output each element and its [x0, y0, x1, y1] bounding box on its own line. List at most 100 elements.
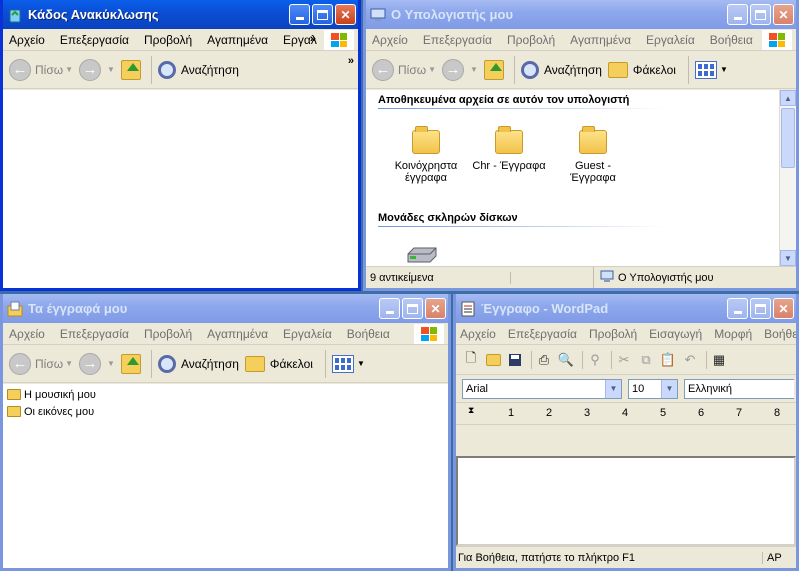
- minimize-button[interactable]: [379, 298, 400, 319]
- search-button[interactable]: Αναζήτηση: [520, 60, 602, 79]
- scroll-up-button[interactable]: ▲: [780, 90, 796, 106]
- folders-button[interactable]: Φάκελοι: [244, 355, 313, 372]
- my-documents-titlebar[interactable]: Τα έγγραφά μου ✕: [3, 294, 448, 323]
- my-computer-titlebar[interactable]: Ο Υπολογιστής μου ✕: [366, 0, 796, 29]
- open-folder-icon[interactable]: [484, 351, 502, 369]
- close-button[interactable]: ✕: [773, 4, 794, 25]
- menu-file[interactable]: Αρχείο: [9, 327, 45, 341]
- copy-icon[interactable]: ⧉: [637, 351, 655, 369]
- folders-button[interactable]: Φάκελοι: [607, 61, 676, 78]
- back-button[interactable]: ← Πίσω ▼: [372, 58, 436, 81]
- minimize-button[interactable]: [289, 4, 310, 25]
- undo-icon[interactable]: ↶: [681, 351, 699, 369]
- menu-help[interactable]: Βοήθεια: [710, 33, 753, 47]
- menu-edit[interactable]: Επεξεργασία: [60, 33, 129, 47]
- standard-toolbar: 🗋 ⎙ 🔍 ⚲ ✂ ⧉ 📋 ↶ ▦: [456, 345, 796, 375]
- maximize-button[interactable]: [312, 4, 333, 25]
- save-icon[interactable]: [506, 351, 524, 369]
- menu-insert[interactable]: Εισαγωγή: [649, 327, 702, 341]
- views-button[interactable]: ▼: [694, 60, 728, 79]
- menu-file[interactable]: Αρχείο: [372, 33, 408, 47]
- print-icon[interactable]: ⎙: [535, 351, 553, 369]
- my-documents-window: Τα έγγραφά μου ✕ Αρχείο Επεξεργασία Προβ…: [0, 294, 451, 571]
- toolbar-separator: [706, 350, 707, 369]
- my-documents-content[interactable]: Η μουσική μου Οι εικόνες μου: [3, 384, 448, 568]
- new-document-icon[interactable]: 🗋: [462, 350, 480, 369]
- menu-view[interactable]: Προβολή: [144, 327, 192, 341]
- minimize-button[interactable]: [727, 298, 748, 319]
- menu-favorites[interactable]: Αγαπημένα: [207, 33, 268, 47]
- toolbar-separator: [150, 349, 152, 378]
- menu-edit[interactable]: Επεξεργασία: [508, 327, 577, 341]
- font-size-select[interactable]: 10 ▼: [628, 378, 678, 399]
- maximize-button[interactable]: [750, 4, 771, 25]
- menu-edit[interactable]: Επεξεργασία: [423, 33, 492, 47]
- wordpad-titlebar[interactable]: Έγγραφο - WordPad ✕: [456, 294, 796, 323]
- list-item[interactable]: Η μουσική μου: [7, 386, 444, 403]
- find-icon[interactable]: ⚲: [586, 351, 604, 369]
- toolbar-overflow-chevron-icon[interactable]: »: [348, 55, 354, 67]
- forward-button[interactable]: → ▼: [79, 58, 115, 81]
- menu-bar: Αρχείο Επεξεργασία Προβολή Αγαπημένα Εργ…: [366, 29, 796, 51]
- forward-arrow-icon: →: [79, 352, 102, 375]
- my-documents-icon: [7, 301, 23, 317]
- indent-marker-icon[interactable]: ⧗: [468, 405, 474, 416]
- close-button[interactable]: ✕: [773, 298, 794, 319]
- views-button[interactable]: ▼: [331, 354, 365, 373]
- list-item[interactable]: Οι εικόνες μου: [7, 403, 444, 420]
- close-button[interactable]: ✕: [425, 298, 446, 319]
- insert-date-icon[interactable]: ▦: [710, 351, 728, 369]
- menu-view[interactable]: Προβολή: [507, 33, 555, 47]
- hard-drive-icon[interactable]: [406, 246, 438, 264]
- menu-tools[interactable]: Εργαλεία: [646, 33, 695, 47]
- folder-shared-documents[interactable]: Κοινόχρηστα έγγραφα: [386, 126, 466, 184]
- menu-file[interactable]: Αρχείο: [9, 33, 45, 47]
- document-editor[interactable]: [456, 456, 796, 546]
- back-button[interactable]: ← Πίσω ▼: [9, 352, 73, 375]
- forward-arrow-icon: →: [79, 58, 102, 81]
- menu-help[interactable]: Βοήθεια: [347, 327, 390, 341]
- scroll-thumb[interactable]: [781, 108, 795, 168]
- my-computer-content[interactable]: Αποθηκευμένα αρχεία σε αυτόν τον υπολογι…: [366, 90, 796, 266]
- menu-view[interactable]: Προβολή: [144, 33, 192, 47]
- folder-up-icon[interactable]: [483, 59, 504, 80]
- menu-favorites[interactable]: Αγαπημένα: [570, 33, 631, 47]
- forward-button[interactable]: → ▼: [442, 58, 478, 81]
- print-preview-icon[interactable]: 🔍: [557, 351, 575, 369]
- back-button[interactable]: ← Πίσω ▼: [9, 58, 73, 81]
- menu-view[interactable]: Προβολή: [589, 327, 637, 341]
- minimize-button[interactable]: [727, 4, 748, 25]
- folders-icon: [607, 61, 628, 78]
- windows-logo-icon: [324, 30, 354, 50]
- folder-up-icon[interactable]: [120, 59, 141, 80]
- menu-tools[interactable]: Εργαλεία: [283, 327, 332, 341]
- folder-guest-documents[interactable]: Guest - Έγγραφα: [553, 126, 633, 184]
- paste-icon[interactable]: 📋: [659, 351, 677, 369]
- font-select[interactable]: Arial ▼: [462, 378, 622, 399]
- section-header-hard-drives: Μονάδες σκληρών δίσκων: [366, 208, 796, 227]
- menu-overflow-chevron-icon[interactable]: »: [310, 33, 316, 45]
- search-button[interactable]: Αναζήτηση: [157, 354, 239, 373]
- back-arrow-icon: ←: [9, 58, 31, 81]
- scroll-down-button[interactable]: ▼: [780, 250, 796, 266]
- menu-file[interactable]: Αρχείο: [460, 327, 496, 341]
- menu-format[interactable]: Μορφή: [714, 327, 752, 341]
- close-button[interactable]: ✕: [335, 4, 356, 25]
- menu-favorites[interactable]: Αγαπημένα: [207, 327, 268, 341]
- menu-help[interactable]: Βοήθεια: [764, 327, 796, 341]
- script-select[interactable]: Ελληνική: [684, 378, 794, 399]
- search-button[interactable]: Αναζήτηση: [157, 60, 239, 79]
- status-bar: Για Βοήθεια, πατήστε το πλήκτρο F1 ΑΡ: [456, 546, 796, 568]
- maximize-button[interactable]: [402, 298, 423, 319]
- vertical-scrollbar[interactable]: ▲ ▼: [779, 90, 796, 266]
- ruler[interactable]: ⧗ 1 2 3 4 5 6 7 8: [456, 403, 796, 425]
- computer-icon: [370, 7, 386, 23]
- folder-up-icon[interactable]: [120, 353, 141, 374]
- maximize-button[interactable]: [750, 298, 771, 319]
- forward-button[interactable]: → ▼: [79, 352, 115, 375]
- folder-chr-documents[interactable]: Chr - Έγγραφα: [469, 126, 549, 172]
- recycle-bin-content[interactable]: [3, 90, 358, 288]
- recycle-bin-titlebar[interactable]: Κάδος Ανακύκλωσης ✕: [3, 0, 358, 29]
- cut-icon[interactable]: ✂: [615, 351, 633, 369]
- menu-edit[interactable]: Επεξεργασία: [60, 327, 129, 341]
